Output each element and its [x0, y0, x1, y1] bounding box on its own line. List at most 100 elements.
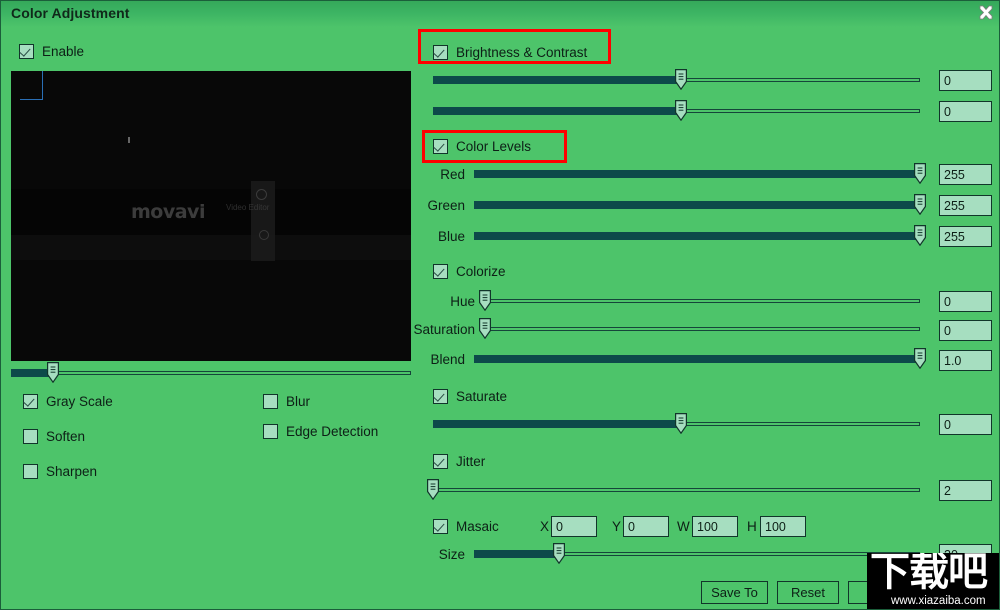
preview-selection-corner	[20, 71, 43, 100]
slider-track	[433, 488, 920, 492]
preview-watermark-logo: movavi	[131, 201, 205, 223]
preview-artifact-ring-2	[259, 230, 269, 240]
checkbox-enable[interactable]: Enable	[19, 44, 84, 59]
gray-scale-checkbox-box	[23, 394, 38, 409]
saturate-value[interactable]: 0	[939, 414, 992, 435]
preview-band-lower	[11, 235, 411, 260]
slider-handle[interactable]	[914, 225, 926, 246]
saturation-value[interactable]: 0	[939, 320, 992, 341]
slider-handle[interactable]	[675, 100, 688, 121]
slider-fill	[474, 355, 920, 363]
colorize-label: Colorize	[456, 264, 506, 279]
watermark-text: 下载吧	[870, 553, 988, 595]
brightness-contrast-checkbox-box	[433, 45, 448, 60]
saturation-label: Saturation	[413, 322, 475, 337]
jitter-slider[interactable]	[427, 479, 920, 500]
preview-band-mid	[11, 189, 411, 235]
soften-label: Soften	[46, 429, 86, 444]
red-slider[interactable]	[474, 163, 926, 184]
size-label: Size	[438, 547, 465, 562]
jitter-checkbox-box	[433, 454, 448, 469]
slider-fill	[433, 107, 682, 115]
jitter-value[interactable]: 2	[939, 480, 992, 501]
blend-slider[interactable]	[474, 348, 926, 369]
checkbox-soften[interactable]: Soften	[23, 429, 85, 444]
masaic-x-input[interactable]: 0	[551, 516, 597, 537]
close-icon[interactable]	[977, 4, 995, 22]
checkbox-saturate[interactable]: Saturate	[433, 389, 507, 404]
sharpen-checkbox-box	[23, 464, 38, 479]
reset-button[interactable]: Reset	[777, 581, 839, 604]
hue-value[interactable]: 0	[939, 291, 992, 312]
checkbox-color-levels[interactable]: Color Levels	[433, 139, 531, 154]
masaic-w-input[interactable]: 100	[692, 516, 738, 537]
enable-label: Enable	[42, 44, 85, 59]
green-value[interactable]: 255	[939, 195, 992, 216]
slider-handle[interactable]	[47, 362, 59, 383]
blue-label: Blue	[437, 229, 465, 244]
saturate-label: Saturate	[456, 389, 508, 404]
slider-handle[interactable]	[914, 348, 926, 369]
saturate-slider[interactable]	[433, 413, 920, 434]
enable-checkbox-box	[19, 44, 34, 59]
blue-value[interactable]: 255	[939, 226, 992, 247]
checkbox-colorize[interactable]: Colorize	[433, 264, 506, 279]
checkbox-jitter[interactable]: Jitter	[433, 454, 485, 469]
masaic-h-input[interactable]: 100	[760, 516, 806, 537]
checkbox-brightness-contrast[interactable]: Brightness & Contrast	[433, 45, 587, 60]
red-value[interactable]: 255	[939, 164, 992, 185]
contrast-slider[interactable]	[433, 100, 920, 121]
slider-fill	[433, 76, 682, 84]
blend-label: Blend	[430, 352, 465, 367]
size-slider[interactable]	[474, 543, 920, 564]
contrast-value[interactable]: 0	[939, 101, 992, 122]
slider-fill	[474, 550, 559, 558]
hue-label: Hue	[450, 294, 475, 309]
edge-detection-checkbox-box	[263, 424, 278, 439]
slider-fill	[474, 232, 920, 240]
masaic-h-label: H	[747, 519, 757, 534]
color-adjustment-dialog: Color Adjustment Enable movavi Video Edi…	[0, 0, 1000, 610]
brightness-value[interactable]: 0	[939, 70, 992, 91]
hue-slider[interactable]	[479, 290, 920, 311]
watermark-url: www.xiazaiba.com	[891, 595, 986, 607]
masaic-x-label: X	[540, 519, 550, 534]
slider-fill	[474, 170, 920, 178]
slider-handle[interactable]	[675, 413, 688, 434]
preview-artifact-ring-1	[256, 189, 267, 200]
title-bar: Color Adjustment	[1, 1, 999, 27]
blur-label: Blur	[286, 394, 311, 409]
slider-handle[interactable]	[479, 290, 491, 311]
checkbox-blur[interactable]: Blur	[263, 394, 310, 409]
colorize-checkbox-box	[433, 264, 448, 279]
masaic-y-label: Y	[612, 519, 622, 534]
page-title: Color Adjustment	[11, 5, 130, 21]
slider-handle[interactable]	[914, 163, 926, 184]
slider-handle[interactable]	[914, 194, 926, 215]
checkbox-masaic[interactable]: Masaic	[433, 519, 499, 534]
blend-value[interactable]: 1.0	[939, 350, 992, 371]
sharpen-label: Sharpen	[46, 464, 98, 479]
blue-slider[interactable]	[474, 225, 926, 246]
slider-handle[interactable]	[552, 543, 565, 564]
green-slider[interactable]	[474, 194, 926, 215]
checkbox-edge-detection[interactable]: Edge Detection	[263, 424, 378, 439]
jitter-label: Jitter	[456, 454, 486, 469]
slider-track	[11, 371, 411, 375]
masaic-y-input[interactable]: 0	[623, 516, 669, 537]
preview-position-slider[interactable]	[11, 362, 411, 383]
checkbox-sharpen[interactable]: Sharpen	[23, 464, 97, 479]
saturation-slider[interactable]	[479, 318, 920, 339]
save-to-button[interactable]: Save To	[701, 581, 768, 604]
video-preview: movavi Video Editor	[11, 71, 411, 361]
checkbox-gray-scale[interactable]: Gray Scale	[23, 394, 113, 409]
brightness-slider[interactable]	[433, 69, 920, 90]
color-levels-checkbox-box	[433, 139, 448, 154]
edge-detection-label: Edge Detection	[286, 424, 379, 439]
soften-checkbox-box	[23, 429, 38, 444]
slider-handle[interactable]	[675, 69, 688, 90]
slider-handle[interactable]	[479, 318, 491, 339]
slider-track	[485, 299, 920, 303]
slider-handle[interactable]	[427, 479, 439, 500]
gray-scale-label: Gray Scale	[46, 394, 113, 409]
